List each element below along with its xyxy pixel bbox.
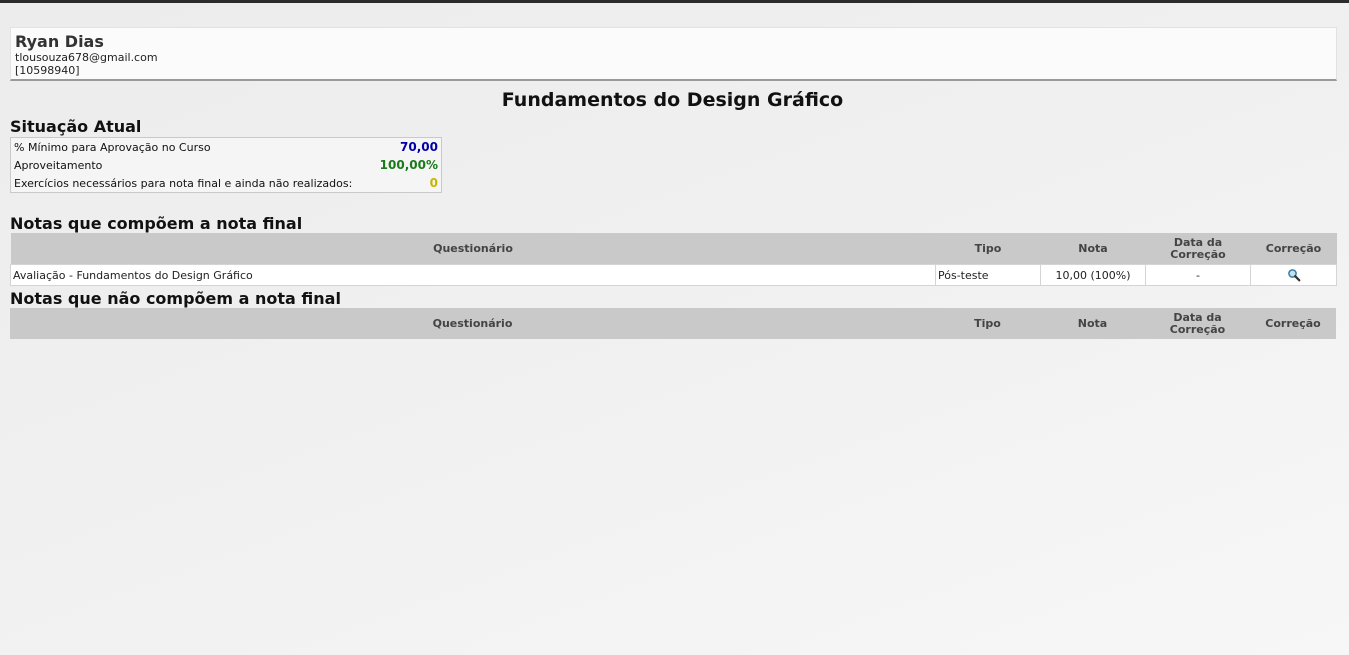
final-grades-heading: Notas que compõem a nota final [10, 214, 303, 233]
column-header-questionario: Questionário [10, 233, 936, 265]
top-bar [0, 0, 1349, 3]
status-label: Aproveitamento [14, 159, 103, 172]
status-value: 0 [429, 176, 438, 190]
status-row-aproveitamento: Aproveitamento 100,00% [11, 156, 441, 174]
column-header-data-correcao: Data da Correção [1145, 308, 1250, 339]
column-header-data-correcao-line2: Correção [1170, 247, 1226, 261]
status-row-exercicios: Exercícios necessários para nota final e… [11, 174, 441, 192]
table-row: Avaliação - Fundamentos do Design Gráfic… [10, 264, 1337, 286]
status-label: % Mínimo para Aprovação no Curso [14, 141, 211, 154]
status-row-minimum: % Mínimo para Aprovação no Curso 70,00 [11, 138, 441, 156]
page-title: Fundamentos do Design Gráfico [501, 89, 844, 111]
column-header-tipo: Tipo [935, 308, 1040, 339]
column-header-tipo: Tipo [935, 233, 1041, 265]
final-grades-table: Questionário Tipo Nota Data da Correção … [10, 233, 1337, 286]
user-name: Ryan Dias [15, 32, 104, 51]
cell-data-correcao: - [1145, 264, 1251, 286]
non-final-grades-table: Questionário Tipo Nota Data da Correção … [10, 308, 1336, 339]
user-email: tlousouza678@gmail.com [15, 51, 158, 64]
status-label: Exercícios necessários para nota final e… [14, 177, 353, 190]
column-header-nota: Nota [1040, 308, 1145, 339]
column-header-questionario: Questionário [10, 308, 935, 339]
column-header-correcao: Correção [1250, 233, 1337, 265]
user-id: [10598940] [15, 64, 80, 77]
status-box: % Mínimo para Aprovação no Curso 70,00 A… [10, 137, 442, 193]
table-header-row: Questionário Tipo Nota Data da Correção … [10, 233, 1337, 265]
user-card: Ryan Dias tlousouza678@gmail.com [105989… [10, 27, 1337, 81]
status-heading: Situação Atual [10, 117, 142, 136]
status-value: 70,00 [400, 140, 438, 154]
cell-nota: 10,00 (100%) [1040, 264, 1146, 286]
magnifier-icon[interactable] [1287, 268, 1301, 282]
cell-tipo: Pós-teste [935, 264, 1041, 286]
column-header-data-correcao-line2: Correção [1169, 322, 1226, 336]
non-final-grades-heading: Notas que não compõem a nota final [10, 289, 341, 308]
column-header-data-correcao: Data da Correção [1145, 233, 1251, 265]
cell-questionario: Avaliação - Fundamentos do Design Gráfic… [10, 264, 936, 286]
status-value: 100,00% [379, 158, 438, 172]
column-header-correcao: Correção [1250, 308, 1336, 339]
cell-correcao [1250, 264, 1337, 286]
table-header-row: Questionário Tipo Nota Data da Correção … [10, 308, 1336, 339]
column-header-nota: Nota [1040, 233, 1146, 265]
